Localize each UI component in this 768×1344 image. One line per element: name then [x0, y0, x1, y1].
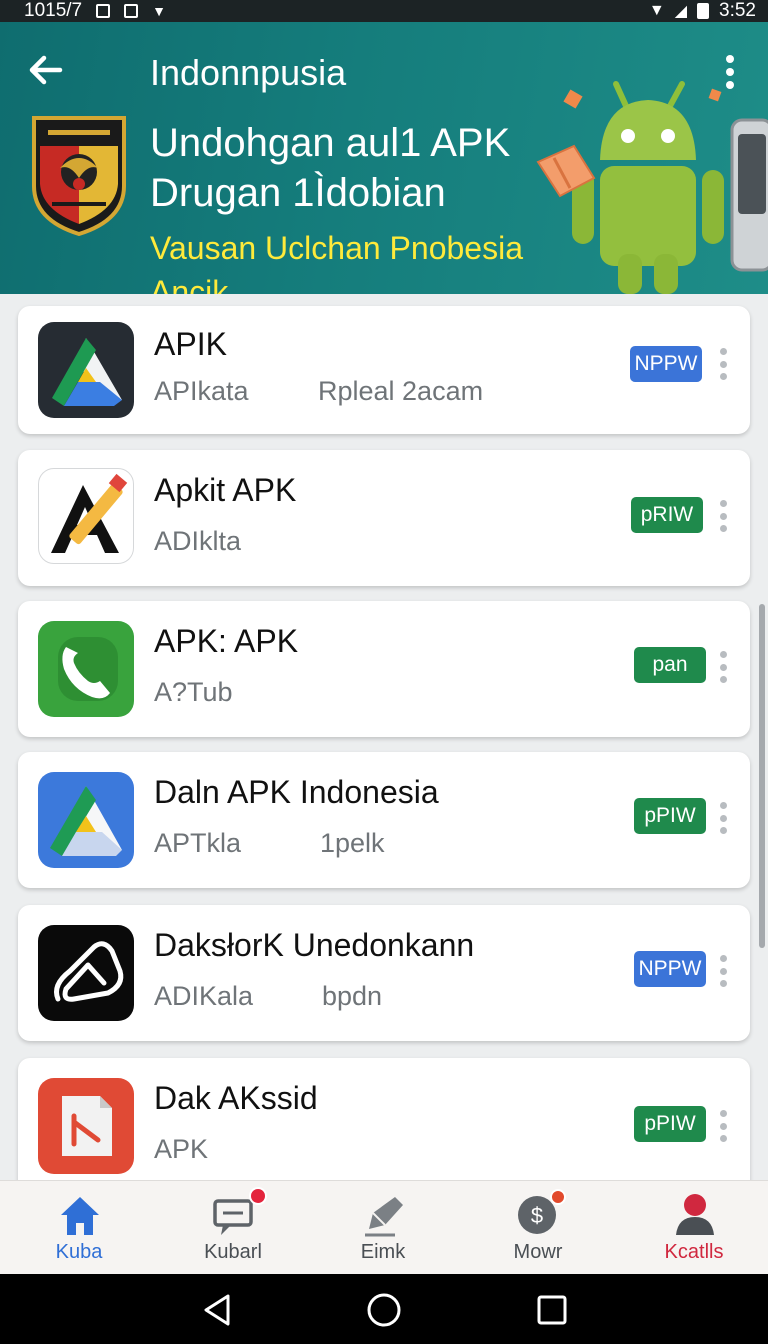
phone-icon — [38, 621, 134, 717]
notification-dot — [550, 1189, 566, 1205]
nav-label: Kuba — [55, 1241, 103, 1263]
status-badge[interactable]: pPIW — [634, 1106, 706, 1142]
item-menu-button[interactable] — [716, 1110, 730, 1142]
list-item[interactable]: Daln APK Indonesia APTkla 1pelk pPIW — [18, 752, 750, 888]
item-menu-button[interactable] — [716, 500, 730, 532]
app-title: DaksłorK Unedonkann — [154, 927, 475, 963]
status-badge[interactable]: NPPW — [634, 951, 706, 987]
status-bar: 1015/7 ▼ ▼ ◢ 3:52 — [0, 0, 768, 22]
banner-headline: Undohgan aul1 APK Drugan 1Ìdobian — [150, 118, 570, 218]
back-triangle-icon[interactable] — [198, 1290, 238, 1330]
wifi-icon: ▼ — [648, 2, 665, 19]
status-badge[interactable]: pan — [634, 647, 706, 683]
item-menu-button[interactable] — [716, 651, 730, 683]
system-navigation-bar — [0, 1274, 768, 1344]
pencil-a-icon — [38, 468, 134, 564]
list-item[interactable]: Dak AKssid APK pPIW — [18, 1058, 750, 1180]
item-menu-button[interactable] — [716, 955, 730, 987]
nav-item-kcatlls[interactable]: Kcatlls — [634, 1191, 754, 1271]
recents-square-icon[interactable] — [532, 1290, 572, 1330]
page-title: Indonnpusia — [150, 52, 347, 93]
home-icon — [61, 1197, 99, 1235]
headline-line-2: Drugan 1Ìdobian — [150, 171, 446, 215]
app-subtitle: APIkata — [154, 376, 249, 406]
app-meta: 1pelk — [320, 828, 385, 858]
app-subtitle: APTkla — [154, 828, 242, 858]
status-badge[interactable]: pRIW — [631, 497, 703, 533]
nav-item-kuba[interactable]: Kuba — [19, 1191, 139, 1271]
list-item[interactable]: Apkit APK ADIklta pRIW — [18, 450, 750, 586]
battery-icon — [697, 3, 710, 19]
nav-label: Eimk — [360, 1241, 406, 1263]
notification-dot — [249, 1187, 267, 1205]
app-list[interactable]: APIK APIkata Rpleal 2acam NPPW Apkit APK… — [0, 294, 768, 1180]
location-icon: ▼ — [152, 3, 166, 19]
nav-item-kubarl[interactable]: Kubarl — [173, 1187, 293, 1271]
nav-label: Mowr — [513, 1241, 563, 1263]
list-scrollbar[interactable] — [759, 604, 765, 948]
drive-like-icon — [38, 322, 134, 418]
status-time-left: 1015/7 — [24, 0, 83, 21]
app-subtitle: A?Tub — [154, 677, 233, 707]
edit-icon — [365, 1197, 403, 1237]
app-subtitle: APK — [154, 1134, 209, 1164]
status-time-right: 3:52 — [719, 0, 756, 21]
app-title: Daln APK Indonesia — [154, 774, 439, 810]
list-item[interactable]: APK: APK A?Tub pan — [18, 601, 750, 737]
signal-icon: ◢ — [674, 3, 688, 20]
a-logo-icon — [38, 925, 134, 1021]
app-title: Dak AKssid — [154, 1080, 318, 1116]
triangle-icon — [38, 772, 134, 868]
app-meta: bpdn — [322, 981, 383, 1011]
app-subtitle: ADIklta — [154, 526, 242, 556]
list-item[interactable]: DaksłorK Unedonkann ADIKala bpdn NPPW — [18, 905, 750, 1041]
banner-subline: Vausan Uclchan Pnobesia Ancik — [150, 230, 523, 294]
nav-label: Kcatlls — [664, 1241, 724, 1263]
bottom-navigation: Kuba Kubarl Eimk $ Mowr Kcatlls — [0, 1180, 768, 1274]
app-title: APIK — [154, 326, 227, 362]
app-title: APK: APK — [154, 623, 299, 659]
emblem-logo — [30, 112, 128, 237]
status-badge[interactable]: NPPW — [630, 346, 702, 382]
svg-text:$: $ — [531, 1203, 543, 1228]
status-badge[interactable]: pPIW — [634, 798, 706, 834]
profile-icon — [676, 1194, 714, 1235]
item-menu-button[interactable] — [716, 348, 730, 380]
headline-line-1: Undohgan aul1 APK — [150, 121, 511, 165]
nav-label: Kubarl — [204, 1241, 262, 1263]
app-header: Indonnpusia Undohgan aul1 APK Drugan 1Ìd… — [0, 22, 768, 294]
nav-item-eimk[interactable]: Eimk — [323, 1191, 443, 1271]
app-subtitle: ADIKala — [154, 981, 254, 1011]
android-mascot-icon — [532, 78, 768, 294]
nav-item-mowr[interactable]: $ Mowr — [478, 1189, 598, 1271]
notification-icon — [96, 4, 111, 18]
document-icon — [38, 1078, 134, 1174]
item-menu-button[interactable] — [716, 802, 730, 834]
app-title: Apkit APK — [154, 472, 297, 508]
sim-icon — [124, 4, 139, 18]
list-item[interactable]: APIK APIkata Rpleal 2acam NPPW — [18, 306, 750, 434]
app-meta: Rpleal 2acam — [318, 376, 484, 406]
home-circle-icon[interactable] — [364, 1290, 404, 1330]
back-button[interactable] — [26, 50, 66, 90]
arrow-left-icon — [29, 55, 63, 85]
